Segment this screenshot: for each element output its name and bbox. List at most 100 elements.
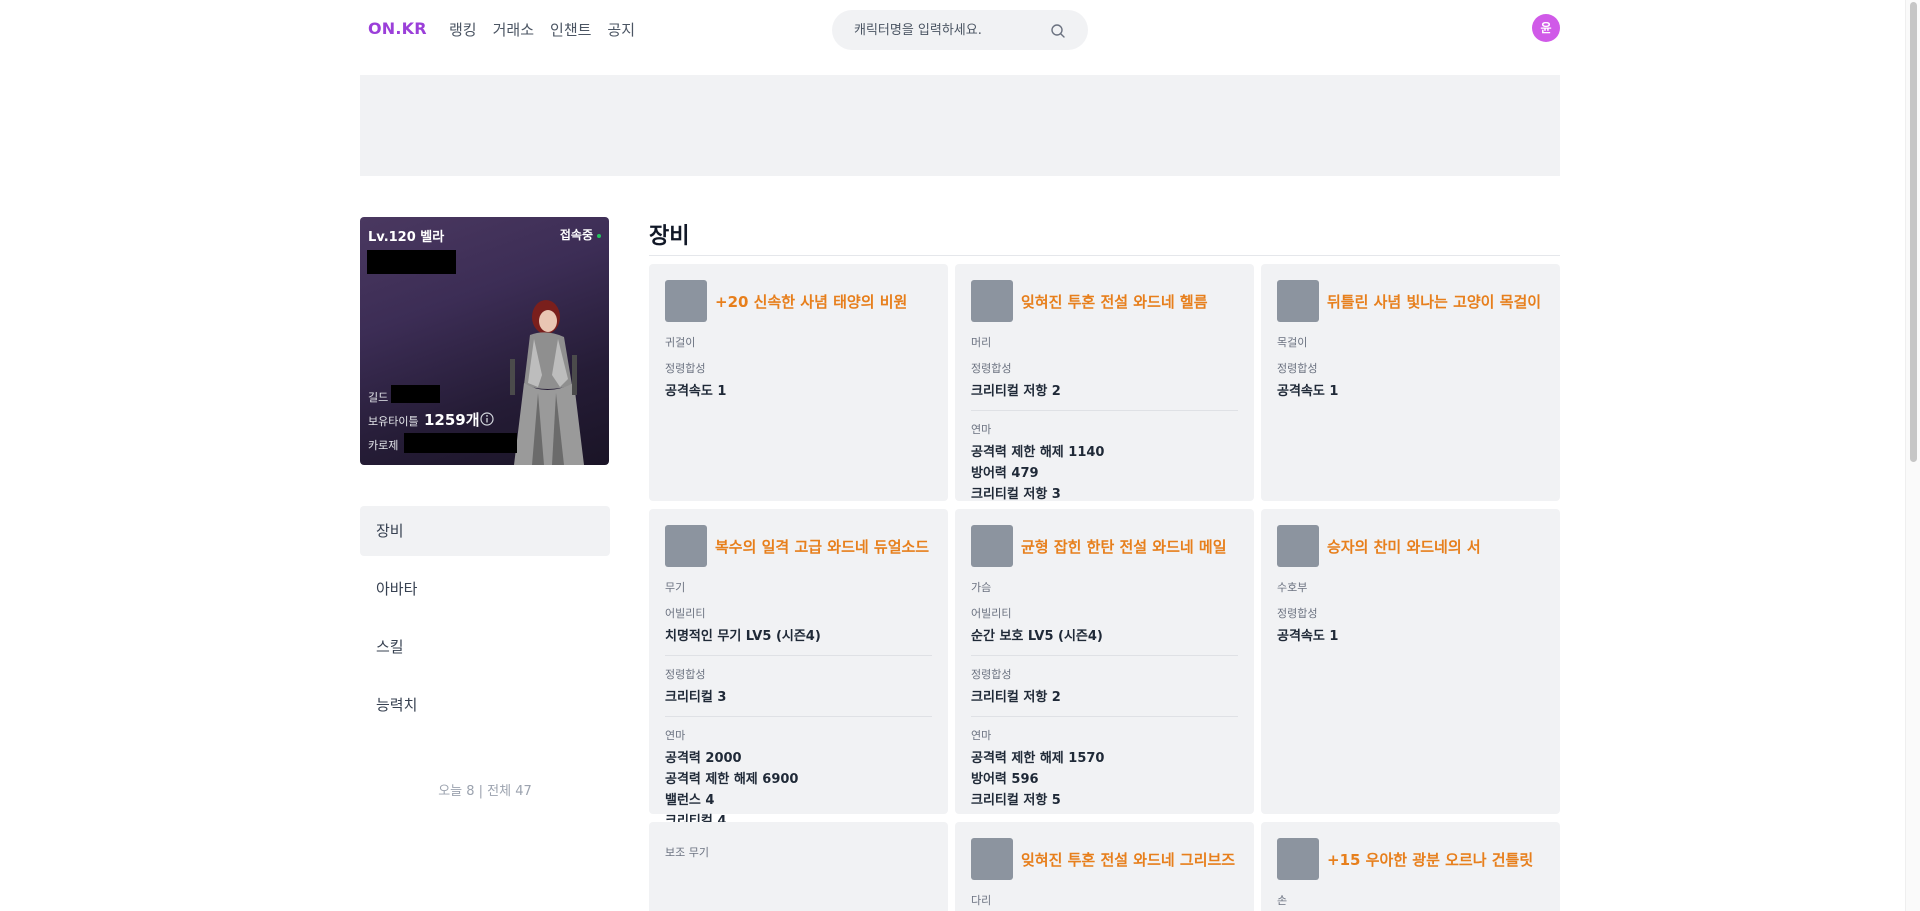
stat-line: 공격력 2000 (665, 751, 742, 766)
redacted-character-name (367, 250, 456, 274)
online-status-text: 접속중 (559, 228, 593, 242)
equipment-slot: 보조 무기 (665, 846, 709, 859)
stat-group: 정령합성크리티컬 저항 2 (971, 360, 1238, 402)
stat-group: 어빌리티 순간 보호 LV5 (시즌4) (971, 605, 1238, 647)
character-level: Lv.120 벨라 (368, 230, 445, 245)
search-box (832, 10, 1088, 50)
equipment-name: 승자의 찬미 와드네의 서 (1327, 537, 1481, 556)
equipment-slot: 가슴 (971, 581, 992, 594)
stat-group: 연마공격력 제한 해제 1570 방어력 596 크리티컬 저항 5 (971, 716, 1238, 811)
equipment-slot: 머리 (971, 336, 992, 349)
menu-item-skill[interactable]: 스킬 (360, 622, 610, 672)
character-profile-card: Lv.120 벨라 접속중 길드 보유타이틀 1259개 카로제 (360, 217, 609, 465)
visit-counter: 오늘 8 | 전체 47 (438, 784, 532, 799)
info-icon[interactable] (480, 412, 494, 426)
equipment-slot: 다리 (971, 894, 992, 907)
scrollbar-thumb[interactable] (1910, 2, 1917, 462)
online-dot-icon (597, 233, 601, 238)
equipment-header: +15 우아한 광분 오르나 건틀릿 (1277, 838, 1544, 880)
menu-item-equipment[interactable]: 장비 (360, 506, 610, 556)
equipment-card[interactable]: 복수의 일격 고급 와드네 듀얼소드무기어빌리티치명적인 무기 LV5 (시즌4… (649, 509, 948, 829)
stat-line: 방어력 479 (971, 466, 1039, 481)
item-image-icon (1277, 525, 1319, 567)
stat-line: 공격속도 1 (665, 384, 727, 399)
nav-exchange[interactable]: 거래소 (493, 19, 534, 40)
stat-group-label: 어빌리티 (971, 607, 1012, 620)
equipment-name: 뒤틀린 사념 빛나는 고양이 목걸이 (1327, 292, 1542, 311)
equipment-card[interactable]: 잊혀진 투혼 전설 와드네 그리브즈다리 (955, 822, 1254, 911)
equipment-header: 잊혀진 투혼 전설 와드네 그리브즈 (971, 838, 1238, 880)
equipment-card[interactable]: +15 우아한 광분 오르나 건틀릿 손 (1261, 822, 1560, 911)
site-logo[interactable]: ON.KR (368, 19, 427, 38)
redacted-guild-name (391, 385, 440, 403)
equipment-name: +20 신속한 사념 태양의 비원 (715, 292, 908, 311)
equipment-slot: 목걸이 (1277, 336, 1308, 349)
stat-group-label: 연마 (971, 423, 992, 436)
nav-notice[interactable]: 공지 (607, 19, 635, 40)
redacted-karoje-value (404, 433, 517, 453)
equipment-card[interactable]: 보조 무기 (649, 822, 948, 911)
nav-enchant[interactable]: 인챈트 (550, 19, 591, 40)
stat-line: 공격력 제한 해제 6900 (665, 772, 799, 787)
equipment-header: 뒤틀린 사념 빛나는 고양이 목걸이 (1277, 280, 1544, 322)
menu-item-avatar[interactable]: 아바타 (360, 564, 610, 614)
stat-group-label: 정령합성 (971, 362, 1012, 375)
nav-ranking[interactable]: 랭킹 (449, 19, 477, 40)
stat-line: 공격속도 1 (1277, 384, 1339, 399)
stat-line: 방어력 596 (971, 772, 1039, 787)
stat-line: 크리티컬 3 (665, 690, 727, 705)
equipment-slot: 수호부 (1277, 581, 1308, 594)
equipment-header: 균형 잡힌 한탄 전설 와드네 메일 (971, 525, 1238, 567)
stat-group-label: 정령합성 (1277, 607, 1318, 620)
item-image-icon (971, 280, 1013, 322)
search-icon[interactable] (1050, 23, 1066, 39)
equipment-card[interactable]: +20 신속한 사념 태양의 비원 귀걸이 정령합성 공격속도 1 (649, 264, 948, 501)
stat-group: 정령합성크리티컬 저항 2 (971, 655, 1238, 708)
stat-line: 공격력 제한 해제 1140 (971, 445, 1105, 460)
equipment-card[interactable]: 균형 잡힌 한탄 전설 와드네 메일가슴어빌리티 순간 보호 LV5 (시즌4) 정… (955, 509, 1254, 814)
item-image-icon (971, 525, 1013, 567)
title-label: 보유타이틀 (368, 415, 419, 428)
stat-line: 크리티컬 저항 2 (971, 384, 1061, 399)
online-status: 접속중 (560, 226, 601, 243)
stat-group-label: 정령합성 (665, 362, 706, 375)
stat-line: 공격속도 1 (1277, 629, 1339, 644)
menu-item-stats[interactable]: 능력치 (360, 680, 610, 730)
stat-group: 어빌리티치명적인 무기 LV5 (시즌4) (665, 605, 932, 647)
stat-group: 연마공격력 2000공격력 제한 해제 6900밸런스 4크리티컬 4 (665, 716, 932, 832)
ad-banner (360, 75, 1560, 176)
item-image-icon (1277, 838, 1319, 880)
stat-group-label: 어빌리티 (665, 607, 706, 620)
side-menu: 장비 아바타 스킬 능력치 (360, 506, 610, 738)
section-divider (649, 255, 1560, 256)
guild-label: 길드 (368, 391, 389, 404)
stat-group: 연마공격력 제한 해제 1140 방어력 479 크리티컬 저항 3 (971, 410, 1238, 505)
equipment-card[interactable]: 승자의 찬미 와드네의 서수호부정령합성공격속도 1 (1261, 509, 1560, 814)
item-image-icon (665, 525, 707, 567)
equipment-card[interactable]: 뒤틀린 사념 빛나는 고양이 목걸이목걸이정령합성공격속도 1 (1261, 264, 1560, 501)
equipment-name: 균형 잡힌 한탄 전설 와드네 메일 (1021, 537, 1227, 556)
karoje-label: 카로제 (368, 439, 399, 452)
user-avatar[interactable]: 윤 (1532, 14, 1560, 42)
equipment-header: +20 신속한 사념 태양의 비원 (665, 280, 932, 322)
stat-line: 크리티컬 저항 3 (971, 487, 1061, 502)
stat-group: 정령합성공격속도 1 (1277, 605, 1544, 647)
stat-line: 치명적인 무기 LV5 (시즌4) (665, 629, 821, 644)
title-count: 1259개 (424, 411, 480, 429)
stat-line: 크리티컬 저항 2 (971, 690, 1061, 705)
equipment-slot: 무기 (665, 581, 686, 594)
item-image-icon (1277, 280, 1319, 322)
stat-group-label: 연마 (665, 729, 686, 742)
stat-group-label: 정령합성 (971, 668, 1012, 681)
equipment-header: 잊혀진 투혼 전설 와드네 헬름 (971, 280, 1238, 322)
stat-group: 정령합성공격속도 1 (665, 360, 932, 402)
stat-line: 크리티컬 저항 5 (971, 793, 1061, 808)
equipment-card[interactable]: 잊혀진 투혼 전설 와드네 헬름머리정령합성크리티컬 저항 2 연마공격력 제한 … (955, 264, 1254, 502)
stat-group-label: 정령합성 (1277, 362, 1318, 375)
search-input[interactable] (854, 10, 1044, 50)
stat-group-label: 연마 (971, 729, 992, 742)
page-scrollbar[interactable] (1905, 0, 1920, 911)
stat-line: 밸런스 4 (665, 793, 715, 808)
equipment-name: 복수의 일격 고급 와드네 듀얼소드 (715, 537, 930, 556)
stat-line: 공격력 제한 해제 1570 (971, 751, 1105, 766)
